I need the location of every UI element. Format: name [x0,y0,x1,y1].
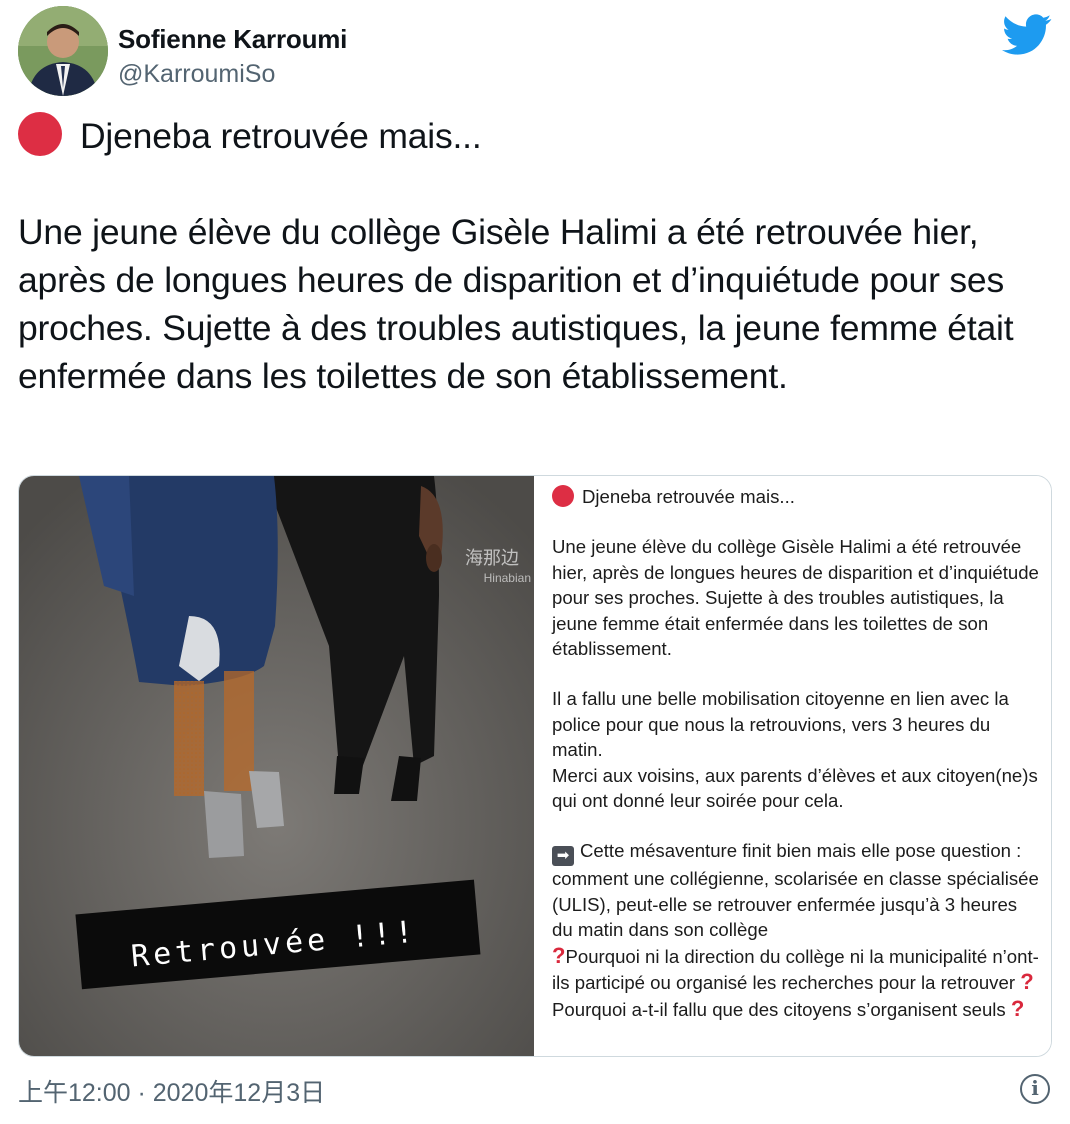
photo[interactable]: 海那边 Hinabian Retrouvée !!! [19,476,534,1056]
panel-title: Djeneba retrouvée mais... [582,486,795,507]
tweet-timestamp[interactable]: 上午12:00 · 2020年12月3日 [18,1073,325,1109]
tweet-media[interactable]: 海那边 Hinabian Retrouvée !!! Djeneba retro… [18,475,1052,1057]
screenshot-text-panel: Djeneba retrouvée mais... Une jeune élèv… [534,476,1051,1056]
watermark-cn: 海那边 [465,548,519,569]
tweet-headline: Djeneba retrouvée mais... [80,116,482,156]
watermark-en: Hinabian [484,571,531,585]
red-circle-icon [552,485,574,507]
red-circle-icon [18,112,62,156]
tweet-text: Djeneba retrouvée mais... Une jeune élèv… [18,112,1053,400]
tweet-header: Sofienne Karroumi @KarroumiSo [18,6,1052,98]
panel-paragraph-2: Il a fallu une belle mobilisation citoye… [552,688,1038,812]
question-mark-icon: ? [1020,969,1034,995]
question-mark-icon: ? [1010,995,1025,1021]
question-mark-icon: ? [552,942,566,968]
panel-question-2: Pourquoi a-t-il fallu que des citoyens s… [552,998,1006,1020]
info-icon[interactable]: i [1020,1074,1050,1104]
panel-p3-text: Cette mésaventure finit bien mais elle p… [552,840,1044,941]
author-handle[interactable]: @KarroumiSo [118,60,275,89]
panel-question-1: Pourquoi ni la direction du collège ni l… [552,945,1039,994]
panel-paragraph-3: ➡ Cette mésaventure finit bien mais elle … [552,838,1041,1021]
avatar[interactable] [18,6,108,96]
panel-title-line: Djeneba retrouvée mais... [552,484,1041,509]
twitter-bird-icon[interactable] [1002,14,1052,56]
right-arrow-icon: ➡ [552,846,574,867]
author-name[interactable]: Sofienne Karroumi [118,24,347,55]
tweet-body: Une jeune élève du collège Gisèle Halimi… [18,212,1024,396]
panel-paragraph-1: Une jeune élève du collège Gisèle Halimi… [552,536,1045,660]
